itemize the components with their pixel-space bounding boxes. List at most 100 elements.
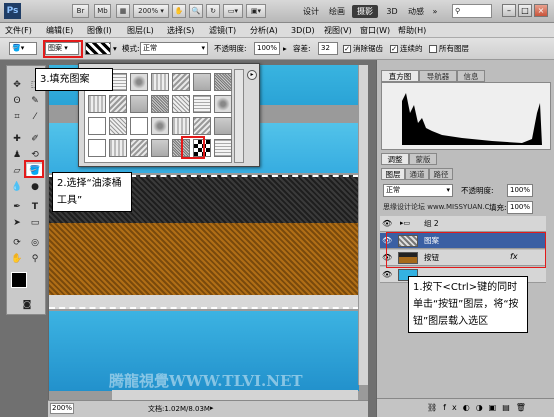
menu-analysis[interactable]: 分析(A) — [250, 24, 278, 37]
blend-mode-select[interactable]: 正常 ▾ — [383, 184, 453, 197]
pattern-scrollbar[interactable] — [234, 69, 244, 163]
arrange-documents-button[interactable]: ▭▾ — [223, 4, 243, 18]
vertical-scrollbar[interactable] — [358, 65, 368, 385]
tab-info[interactable]: 信息 — [457, 70, 485, 82]
pattern-swatch[interactable] — [172, 95, 190, 113]
pattern-swatch[interactable] — [130, 95, 148, 113]
workspace-motion[interactable]: 动感 — [405, 5, 427, 18]
pattern-swatch[interactable] — [151, 73, 169, 91]
cs-live-search[interactable]: ⚲ — [452, 4, 492, 18]
eye-icon[interactable]: 👁 — [382, 219, 392, 228]
foreground-color-swatch[interactable] — [11, 272, 27, 288]
tab-adjustments[interactable]: 调整 — [381, 153, 409, 165]
pattern-swatch[interactable] — [214, 95, 232, 113]
zoom-level-dropdown[interactable]: 200% ▾ — [133, 4, 169, 18]
pattern-swatch[interactable] — [214, 139, 232, 157]
quick-mask-icon[interactable]: ◙ — [19, 298, 35, 312]
zoom-tool-icon[interactable]: ⚲ — [27, 252, 43, 266]
opacity-input[interactable]: 100% — [254, 42, 280, 55]
eyedropper-tool-icon[interactable]: ⁄ — [27, 110, 43, 124]
pattern-picker[interactable] — [85, 42, 111, 55]
pattern-swatch[interactable] — [151, 117, 169, 135]
menu-select[interactable]: 选择(S) — [167, 24, 194, 37]
tab-paths[interactable]: 路径 — [429, 168, 453, 180]
menu-3d[interactable]: 3D(D) — [291, 24, 315, 37]
pattern-swatch[interactable] — [109, 117, 127, 135]
menu-window[interactable]: 窗口(W) — [360, 24, 390, 37]
pattern-swatch[interactable] — [172, 117, 190, 135]
layer-row-group2[interactable]: 👁 ▸▭ 组 2 — [380, 216, 546, 232]
screen-mode-button[interactable]: ▣▾ — [246, 4, 266, 18]
pattern-swatch[interactable] — [193, 95, 211, 113]
tolerance-input[interactable]: 32 — [318, 42, 338, 55]
mini-bridge-button[interactable]: Mb — [94, 4, 111, 18]
pattern-swatch[interactable] — [172, 73, 190, 91]
3d-rotate-icon[interactable]: ⟳ — [9, 236, 25, 250]
workspace-painting[interactable]: 绘画 — [326, 5, 348, 18]
pattern-swatch[interactable] — [193, 117, 211, 135]
pattern-swatch[interactable] — [109, 139, 127, 157]
tool-preset-picker[interactable]: 🪣▾ — [9, 42, 37, 55]
menu-layer[interactable]: 图层(L) — [127, 24, 154, 37]
brush-tool-icon[interactable]: ✐ — [27, 132, 43, 146]
pattern-picker-arrow[interactable]: ▾ — [113, 42, 117, 55]
3d-orbit-icon[interactable]: ◎ — [27, 236, 43, 250]
zoom-icon[interactable]: 🔍 — [189, 4, 203, 18]
tab-layers[interactable]: 图层 — [381, 168, 405, 180]
pattern-swatch[interactable] — [88, 95, 106, 113]
quick-select-tool-icon[interactable]: ✎ — [27, 94, 43, 108]
tab-navigator[interactable]: 导航器 — [419, 70, 457, 82]
healing-brush-icon[interactable]: ✚ — [9, 132, 25, 146]
close-button[interactable]: × — [534, 4, 548, 17]
move-tool-icon[interactable]: ✥ — [9, 78, 25, 92]
status-menu-arrow[interactable]: ▸ — [210, 404, 214, 412]
menu-view[interactable]: 视图(V) — [324, 24, 352, 37]
type-tool-icon[interactable]: T — [27, 200, 43, 214]
pattern-swatch[interactable] — [130, 117, 148, 135]
pattern-swatch[interactable] — [130, 139, 148, 157]
shape-tool-icon[interactable]: ▭ — [27, 216, 43, 230]
lasso-tool-icon[interactable]: ʘ — [9, 94, 25, 108]
view-extras-button[interactable]: ▦ — [116, 4, 130, 18]
fill-input[interactable]: 100% — [507, 201, 533, 214]
dodge-tool-icon[interactable]: ● — [27, 180, 43, 194]
eye-icon[interactable]: 👁 — [382, 270, 392, 279]
status-zoom[interactable]: 200% — [50, 403, 74, 414]
workspace-photography[interactable]: 摄影 — [352, 5, 378, 18]
pattern-swatch[interactable] — [151, 95, 169, 113]
pattern-swatch[interactable] — [214, 73, 232, 91]
path-select-icon[interactable]: ➤ — [9, 216, 25, 230]
popup-menu-icon[interactable]: ▸ — [247, 70, 257, 80]
menu-filter[interactable]: 滤镜(T) — [209, 24, 236, 37]
mode-select[interactable]: 正常 ▾ — [140, 42, 208, 55]
tab-masks[interactable]: 蒙版 — [409, 153, 437, 165]
pattern-swatch[interactable] — [109, 95, 127, 113]
hand-icon[interactable]: ✋ — [172, 4, 186, 18]
workspace-design[interactable]: 设计 — [300, 5, 322, 18]
pattern-swatch[interactable] — [214, 117, 232, 135]
bridge-button[interactable]: Br — [72, 4, 89, 18]
menu-image[interactable]: 图像(I) — [87, 24, 112, 37]
tab-histogram[interactable]: 直方图 — [381, 70, 419, 82]
maximize-button[interactable]: □ — [518, 4, 532, 17]
opacity-arrow[interactable]: ▸ — [283, 42, 287, 55]
hand-tool-icon[interactable]: ✋ — [9, 252, 25, 266]
rotate-view-icon[interactable]: ↻ — [206, 4, 220, 18]
pattern-swatch[interactable] — [151, 139, 169, 157]
tab-channels[interactable]: 通道 — [405, 168, 429, 180]
antialias-checkbox[interactable]: ✓ — [343, 45, 351, 53]
layers-footer-icons[interactable]: ⛓fx◐◑▣▤🗑 — [377, 398, 554, 417]
clone-stamp-icon[interactable]: ♟ — [9, 148, 25, 162]
pattern-swatch[interactable] — [193, 73, 211, 91]
pattern-swatch[interactable] — [130, 73, 148, 91]
blur-tool-icon[interactable]: 💧 — [9, 180, 25, 194]
more-workspaces[interactable]: » — [430, 5, 440, 18]
layer-opacity-input[interactable]: 100% — [507, 184, 533, 197]
workspace-3d[interactable]: 3D — [383, 5, 401, 18]
eraser-tool-icon[interactable]: ▱ — [9, 164, 25, 178]
minimize-button[interactable]: – — [502, 4, 516, 17]
menu-help[interactable]: 帮助(H) — [398, 24, 426, 37]
menu-edit[interactable]: 编辑(E) — [46, 24, 73, 37]
menu-file[interactable]: 文件(F) — [5, 24, 32, 37]
contiguous-checkbox[interactable]: ✓ — [390, 45, 398, 53]
